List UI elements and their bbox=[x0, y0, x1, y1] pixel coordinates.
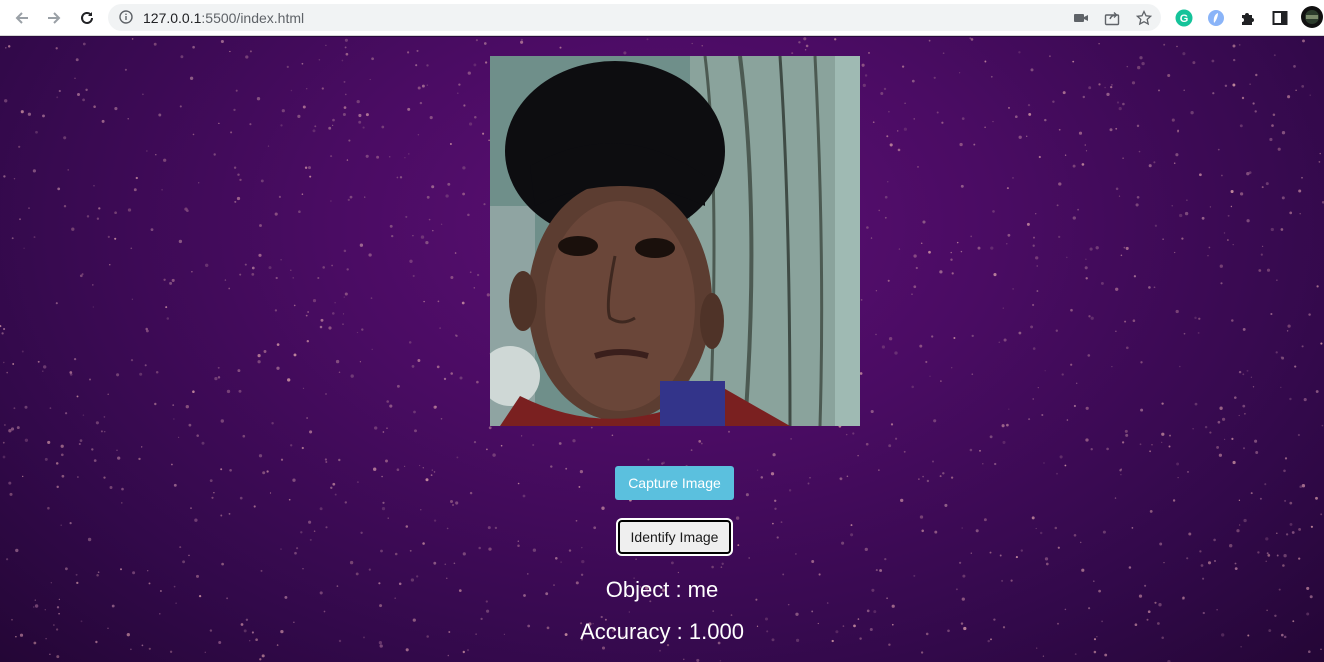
forward-icon[interactable] bbox=[42, 6, 66, 30]
url-text: 127.0.0.1:5500/index.html bbox=[143, 10, 305, 26]
grammarly-icon[interactable]: G bbox=[1174, 8, 1194, 28]
profile-avatar[interactable] bbox=[1301, 6, 1323, 28]
svg-text:G: G bbox=[1180, 13, 1189, 25]
capture-image-button[interactable]: Capture Image bbox=[615, 466, 734, 500]
browser-toolbar: 127.0.0.1:5500/index.html G bbox=[0, 0, 1324, 36]
reload-icon[interactable] bbox=[75, 6, 99, 30]
extension-icon[interactable] bbox=[1206, 8, 1226, 28]
address-bar[interactable]: 127.0.0.1:5500/index.html bbox=[108, 4, 1161, 31]
captured-image bbox=[490, 56, 860, 426]
puzzle-icon[interactable] bbox=[1238, 8, 1258, 28]
back-icon[interactable] bbox=[10, 6, 34, 30]
page-body: Capture Image Identify Image Object : me… bbox=[0, 37, 1324, 662]
share-icon[interactable] bbox=[1103, 9, 1120, 26]
site-info-icon[interactable] bbox=[119, 10, 133, 24]
accuracy-result: Accuracy : 1.000 bbox=[580, 619, 744, 644]
bookmark-star-icon[interactable] bbox=[1135, 9, 1152, 26]
camera-icon[interactable] bbox=[1072, 9, 1089, 26]
object-result: Object : me bbox=[605, 577, 719, 602]
identify-image-button[interactable]: Identify Image bbox=[618, 520, 731, 554]
side-panel-icon[interactable] bbox=[1270, 8, 1290, 28]
